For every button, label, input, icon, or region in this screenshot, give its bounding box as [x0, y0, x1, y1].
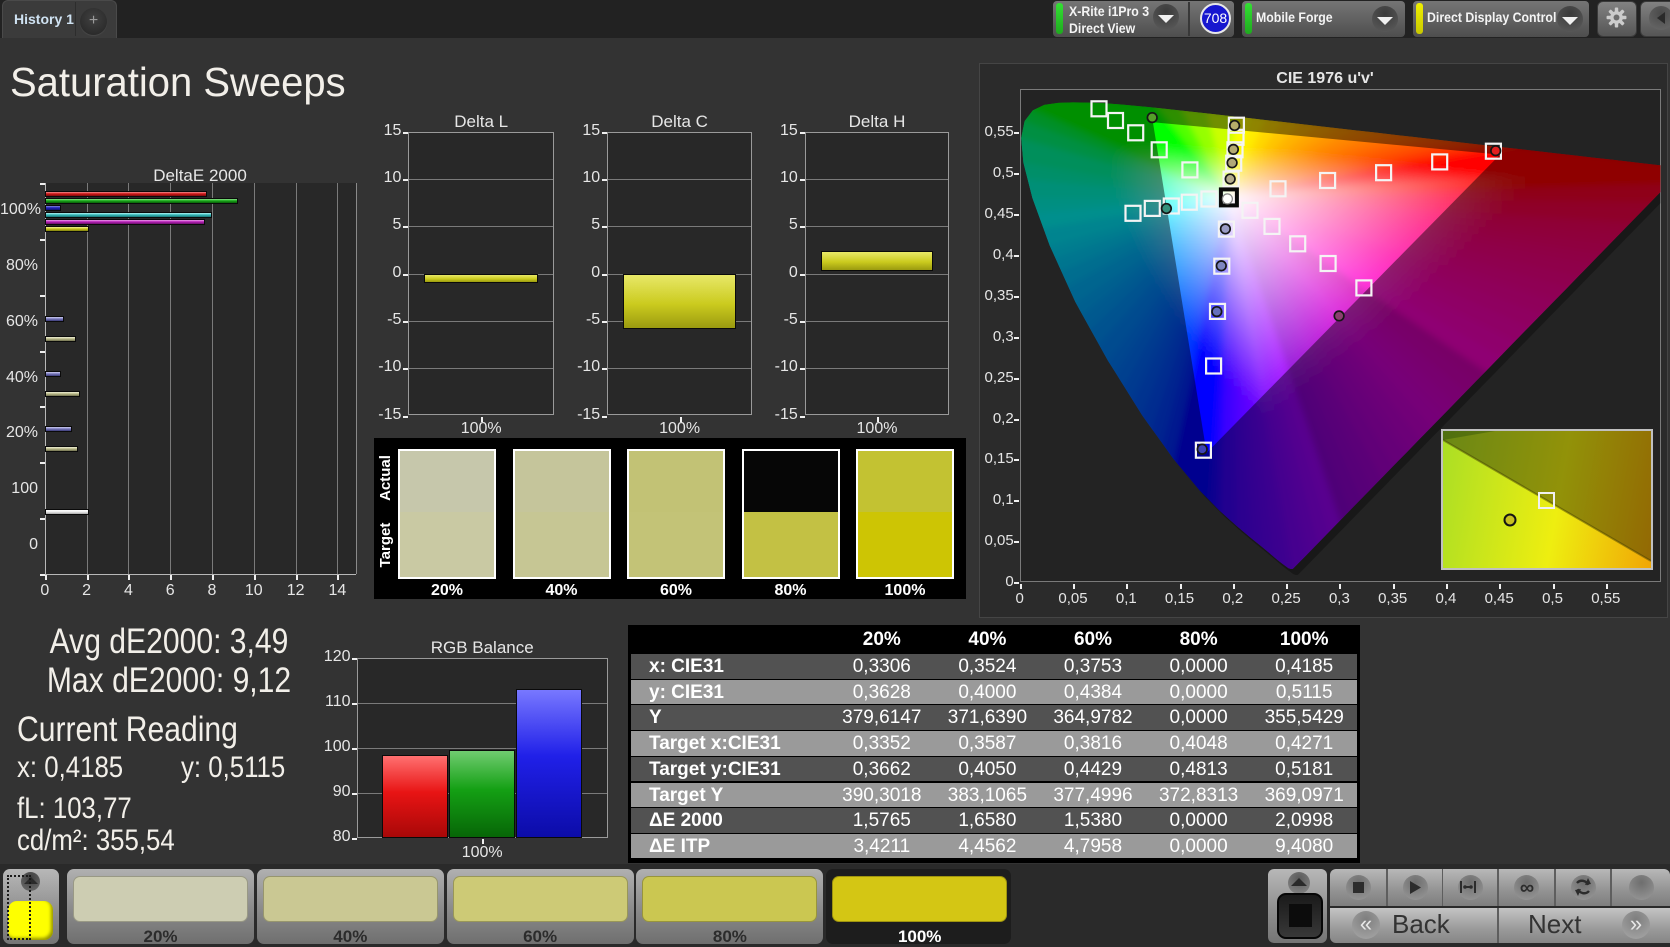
svg-text:∞: ∞ — [1520, 877, 1534, 899]
